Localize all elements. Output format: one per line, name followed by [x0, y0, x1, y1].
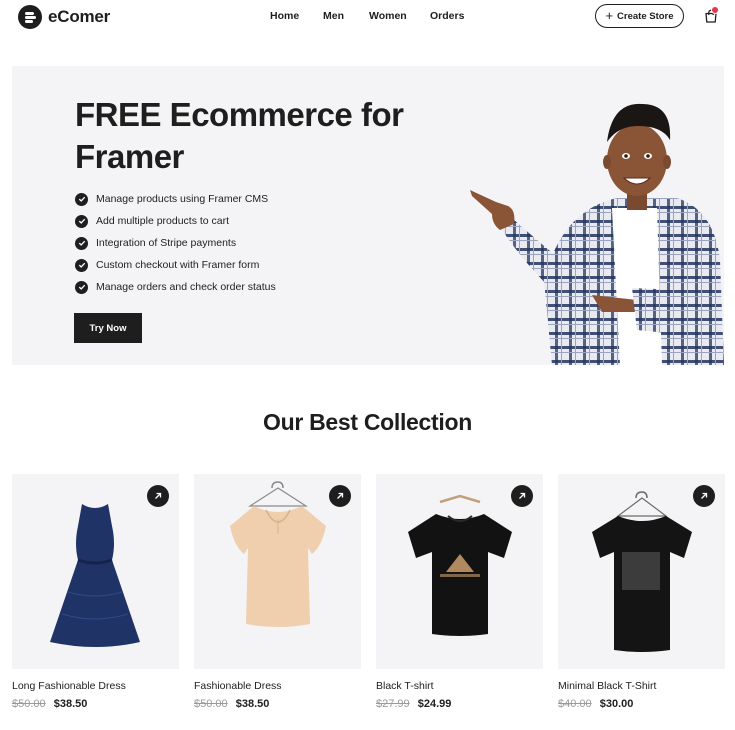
hero-banner: FREE Ecommerce for Framer Manage product… [12, 66, 724, 365]
open-product-button[interactable] [693, 485, 715, 507]
old-price: $27.99 [376, 698, 410, 710]
feature-item: Custom checkout with Framer form [75, 254, 276, 276]
product-card[interactable]: Minimal Black T-Shirt $40.00 $30.00 [558, 474, 725, 710]
feature-item: Add multiple products to cart [75, 210, 276, 232]
check-circle-icon [75, 214, 88, 228]
logo[interactable]: eComer [18, 5, 110, 29]
product-image [12, 474, 179, 669]
arrow-up-right-icon [155, 492, 162, 499]
feature-text: Manage products using Framer CMS [96, 193, 269, 205]
feature-text: Integration of Stripe payments [96, 237, 237, 249]
arrow-up-right-icon [701, 492, 708, 499]
product-card[interactable]: Fashionable Dress $50.00 $38.50 [194, 474, 361, 710]
product-image [558, 474, 725, 669]
nav-women[interactable]: Women [369, 10, 430, 22]
arrow-up-right-icon [337, 492, 344, 499]
create-store-label: Create Store [617, 10, 674, 22]
old-price: $50.00 [12, 698, 46, 710]
product-name[interactable]: Minimal Black T-Shirt [558, 680, 656, 692]
logo-text: eComer [48, 7, 111, 26]
old-price: $50.00 [194, 698, 228, 710]
nav-orders[interactable]: Orders [430, 10, 464, 22]
feature-item: Manage products using Framer CMS [75, 188, 276, 210]
check-circle-icon [75, 236, 88, 250]
hero-model-image [470, 103, 724, 365]
section-title: Our Best Collection [263, 409, 472, 435]
hero-title: FREE Ecommerce for Framer [75, 96, 404, 175]
check-circle-icon [75, 258, 88, 272]
product-prices: $50.00 $38.50 [12, 698, 87, 710]
plus-icon: + [605, 8, 614, 23]
current-price: $30.00 [599, 698, 634, 710]
product-card[interactable]: Black T-shirt $27.99 $24.99 [376, 474, 543, 710]
product-name[interactable]: Black T-shirt [376, 680, 434, 692]
main-nav: Home Men Women Orders [270, 10, 464, 22]
product-name[interactable]: Fashionable Dress [194, 680, 282, 692]
check-circle-icon [75, 280, 88, 294]
nav-home[interactable]: Home [270, 10, 323, 22]
site-header: eComer Home Men Women Orders + Create St… [0, 0, 735, 34]
arrow-up-right-icon [519, 492, 526, 499]
logo-mark-icon [18, 5, 42, 29]
feature-text: Custom checkout with Framer form [96, 259, 260, 271]
create-store-button[interactable]: + Create Store [595, 4, 684, 28]
open-product-button[interactable] [147, 485, 169, 507]
try-now-button[interactable]: Try Now [74, 313, 142, 343]
product-prices: $40.00 $30.00 [558, 698, 633, 710]
feature-text: Manage orders and check order status [96, 281, 276, 293]
old-price: $40.00 [558, 698, 592, 710]
cart-badge [711, 6, 719, 14]
feature-text: Add multiple products to cart [96, 215, 230, 227]
current-price: $24.99 [417, 698, 452, 710]
product-prices: $27.99 $24.99 [376, 698, 451, 710]
current-price: $38.50 [235, 698, 270, 710]
open-product-button[interactable] [329, 485, 351, 507]
product-name[interactable]: Long Fashionable Dress [12, 680, 126, 692]
product-prices: $50.00 $38.50 [194, 698, 269, 710]
product-image [194, 474, 361, 669]
check-circle-icon [75, 192, 88, 206]
product-card[interactable]: Long Fashionable Dress $50.00 $38.50 [12, 474, 179, 710]
feature-item: Integration of Stripe payments [75, 232, 276, 254]
feature-list: Manage products using Framer CMS Add mul… [75, 188, 276, 298]
feature-item: Manage orders and check order status [75, 276, 276, 298]
open-product-button[interactable] [511, 485, 533, 507]
nav-men[interactable]: Men [323, 10, 369, 22]
product-image [376, 474, 543, 669]
current-price: $38.50 [53, 698, 88, 710]
